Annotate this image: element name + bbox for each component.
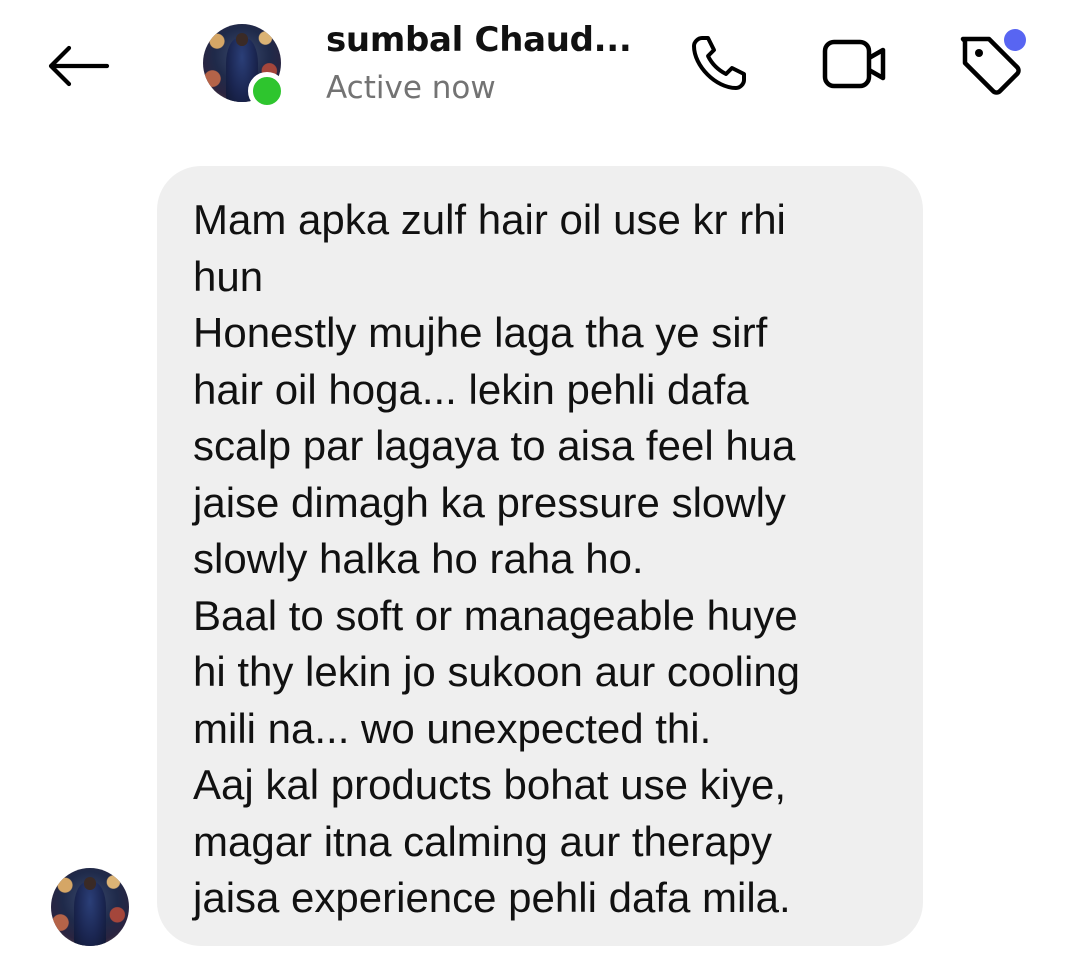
message-bubble[interactable]: Mam apka zulf hair oil use kr rhi hun Ho… — [157, 166, 923, 946]
phone-icon — [692, 36, 746, 90]
video-call-button[interactable] — [815, 24, 895, 104]
notification-dot — [1004, 29, 1026, 51]
sender-avatar[interactable] — [51, 868, 129, 946]
message-text: Mam apka zulf hair oil use kr rhi hun Ho… — [193, 196, 801, 921]
chat-header: sumbal Chaud... Active now — [0, 0, 1080, 150]
contact-status: Active now — [326, 70, 496, 106]
contact-name[interactable]: sumbal Chaud... — [326, 20, 632, 60]
back-button[interactable] — [40, 36, 116, 96]
voice-call-button[interactable] — [678, 24, 758, 104]
arrow-left-icon — [48, 45, 110, 87]
video-camera-icon — [822, 39, 886, 89]
online-status-indicator — [248, 72, 286, 110]
